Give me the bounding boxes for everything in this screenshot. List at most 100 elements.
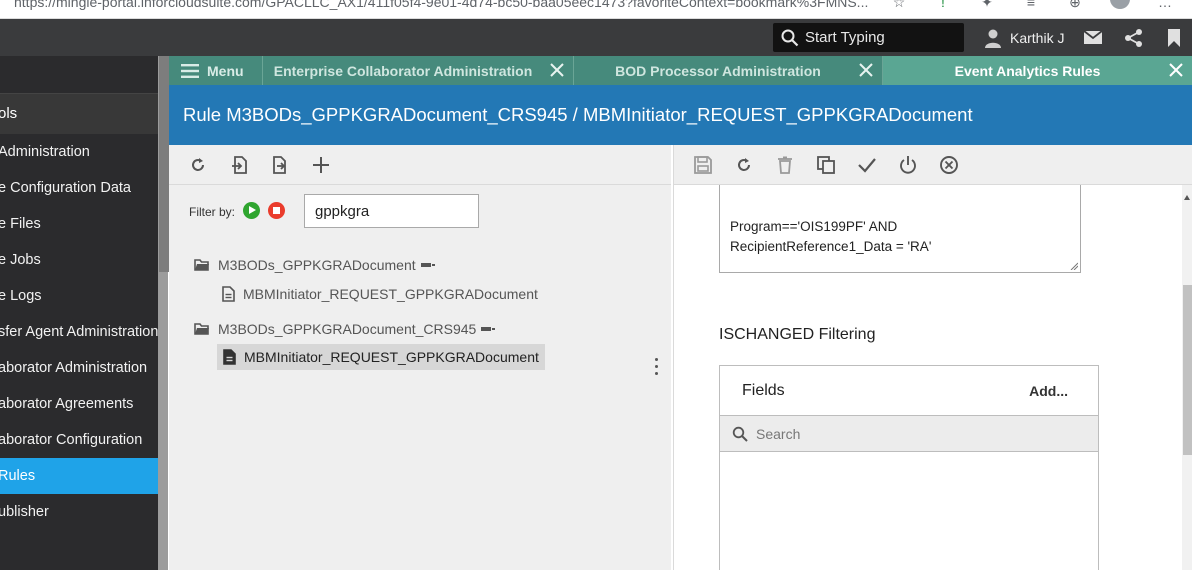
browser-url[interactable]: https://mingle-portal.inforcloudsuite.co… <box>14 0 868 10</box>
cancel-circle-icon[interactable] <box>939 155 959 175</box>
close-icon[interactable] <box>858 62 874 78</box>
extensions-icon[interactable]: ✦ <box>978 0 996 10</box>
save-icon[interactable] <box>693 155 713 175</box>
sidebar-top <box>0 56 159 94</box>
rule-condition-textarea[interactable]: Program=='OIS199PF' AND RecipientReferen… <box>719 185 1081 273</box>
tab-enterprise-collaborator-administration[interactable]: Enterprise Collaborator Administration <box>263 56 574 85</box>
tree-document-label: MBMInitiator_REQUEST_GPPKGRADocument <box>243 286 538 302</box>
rules-tree-pane: Filter by: M3BODs_GPPKGRADocument MBMIni… <box>169 145 671 570</box>
sidebar-scrollbar-thumb[interactable] <box>159 56 169 272</box>
fields-search-placeholder: Search <box>756 425 801 442</box>
splitter-dot <box>655 372 658 375</box>
sidebar-section-tools: ols <box>0 94 159 134</box>
sidebar-item-jobs[interactable]: e Jobs <box>0 242 159 278</box>
link-icon <box>481 327 496 331</box>
checkmark-icon[interactable] <box>857 155 877 175</box>
bookmark-icon[interactable] <box>1164 28 1184 48</box>
fields-search-input[interactable]: Search <box>720 416 1098 452</box>
filter-label: Filter by: <box>189 205 236 219</box>
document-icon <box>223 349 236 365</box>
sidebar-item-logs[interactable]: e Logs <box>0 278 159 314</box>
close-icon[interactable] <box>549 62 565 78</box>
link-icon <box>420 263 435 267</box>
sidebar-item-publisher[interactable]: ublisher <box>0 494 159 530</box>
refresh-icon[interactable] <box>734 155 754 175</box>
share-icon[interactable] <box>1124 28 1144 48</box>
scroll-up-icon[interactable] <box>1184 195 1190 200</box>
tree-folder-label: M3BODs_GPPKGRADocument <box>218 257 416 273</box>
global-search-input[interactable]: Start Typing <box>773 23 964 52</box>
tree-folder-m3bods-gppkgradocument[interactable]: M3BODs_GPPKGRADocument <box>194 257 435 273</box>
collections-icon[interactable]: ⊕ <box>1066 0 1084 10</box>
add-icon[interactable] <box>311 155 331 175</box>
export-icon[interactable] <box>270 155 290 175</box>
tab-label: Event Analytics Rules <box>954 62 1101 79</box>
detail-scrollbar-thumb[interactable] <box>1183 285 1192 455</box>
splitter-dot <box>655 365 658 368</box>
rule-detail-pane: Program=='OIS199PF' AND RecipientReferen… <box>673 145 1192 570</box>
menu-button[interactable]: Menu <box>169 56 263 85</box>
add-field-button[interactable]: Add... <box>1029 383 1068 399</box>
sidebar-item-administration[interactable]: Administration <box>0 134 159 170</box>
rule-condition-text: Program=='OIS199PF' AND RecipientReferen… <box>730 219 932 254</box>
sidebar-item-transfer-agent-administration[interactable]: sfer Agent Administration <box>0 314 159 350</box>
tree-document-label: MBMInitiator_REQUEST_GPPKGRADocument <box>244 349 539 365</box>
sidebar-item-collaborator-configuration[interactable]: aborator Configuration <box>0 422 159 458</box>
tree-folder-m3bods-gppkgradocument-crs945[interactable]: M3BODs_GPPKGRADocument_CRS945 <box>194 321 496 337</box>
delete-icon[interactable] <box>775 155 795 175</box>
browser-address-bar: https://mingle-portal.inforcloudsuite.co… <box>0 0 1192 19</box>
sidebar-item-rules[interactable]: Rules <box>0 458 159 494</box>
browser-toolbar: ☆ ! ✦ ≡ ⊕ … <box>890 0 1174 10</box>
tree-document-mbminitiator-1[interactable]: MBMInitiator_REQUEST_GPPKGRADocument <box>222 286 538 302</box>
tab-event-analytics-rules[interactable]: Event Analytics Rules <box>883 56 1192 85</box>
tab-bod-processor-administration[interactable]: BOD Processor Administration <box>574 56 883 85</box>
filter-input[interactable] <box>304 194 479 228</box>
portal-header: Start Typing Karthik J <box>0 19 1192 56</box>
fields-panel: Fields Add... Search <box>719 365 1099 570</box>
ischanged-filtering-heading: ISCHANGED Filtering <box>719 326 876 343</box>
tree-toolbar <box>169 145 671 185</box>
sidebar-item-collaborator-administration[interactable]: aborator Administration <box>0 350 159 386</box>
mail-icon[interactable] <box>1083 28 1103 48</box>
browser-profile-avatar[interactable] <box>1110 0 1130 9</box>
close-icon[interactable] <box>1168 62 1184 78</box>
user-menu[interactable]: Karthik J <box>984 19 1064 56</box>
tab-label: BOD Processor Administration <box>615 62 821 79</box>
favorites-icon[interactable]: ≡ <box>1022 0 1040 10</box>
app-root: https://mingle-portal.inforcloudsuite.co… <box>0 0 1192 570</box>
more-icon[interactable]: … <box>1156 0 1174 10</box>
import-icon[interactable] <box>229 155 249 175</box>
user-name: Karthik J <box>1010 29 1065 46</box>
user-icon <box>985 29 1001 48</box>
alert-icon[interactable]: ! <box>934 0 952 10</box>
fields-title: Fields <box>742 381 785 399</box>
resize-grip-icon[interactable] <box>1070 262 1078 270</box>
pane-splitter-handle[interactable] <box>655 358 659 382</box>
rule-toolbar <box>674 145 1192 185</box>
hamburger-icon <box>181 63 199 78</box>
menu-label: Menu <box>207 62 244 79</box>
sidebar-item-collaborator-agreements[interactable]: aborator Agreements <box>0 386 159 422</box>
sidebar-item-configuration-data[interactable]: e Configuration Data <box>0 170 159 206</box>
search-icon <box>781 29 799 46</box>
copy-icon[interactable] <box>816 155 836 175</box>
power-icon[interactable] <box>898 155 918 175</box>
document-icon <box>222 286 235 302</box>
fields-header: Fields Add... <box>720 366 1098 416</box>
clear-filter-button[interactable] <box>268 202 285 219</box>
global-search-placeholder: Start Typing <box>805 29 885 46</box>
search-icon <box>732 426 748 442</box>
tab-label: Enterprise Collaborator Administration <box>273 62 533 79</box>
sidebar-item-files[interactable]: e Files <box>0 206 159 242</box>
tab-bar: Menu Enterprise Collaborator Administrat… <box>169 56 1192 85</box>
apply-filter-button[interactable] <box>243 202 260 219</box>
folder-open-icon <box>194 323 209 335</box>
tree-document-mbminitiator-2[interactable]: MBMInitiator_REQUEST_GPPKGRADocument <box>217 344 545 370</box>
folder-open-icon <box>194 259 209 271</box>
detail-scrollbar[interactable] <box>1182 185 1192 570</box>
tree-folder-label: M3BODs_GPPKGRADocument_CRS945 <box>218 321 477 337</box>
sidebar: ols Administration e Configuration Data … <box>0 56 159 570</box>
favorite-add-icon[interactable]: ☆ <box>890 0 908 10</box>
refresh-icon[interactable] <box>188 155 208 175</box>
splitter-dot <box>655 358 658 361</box>
